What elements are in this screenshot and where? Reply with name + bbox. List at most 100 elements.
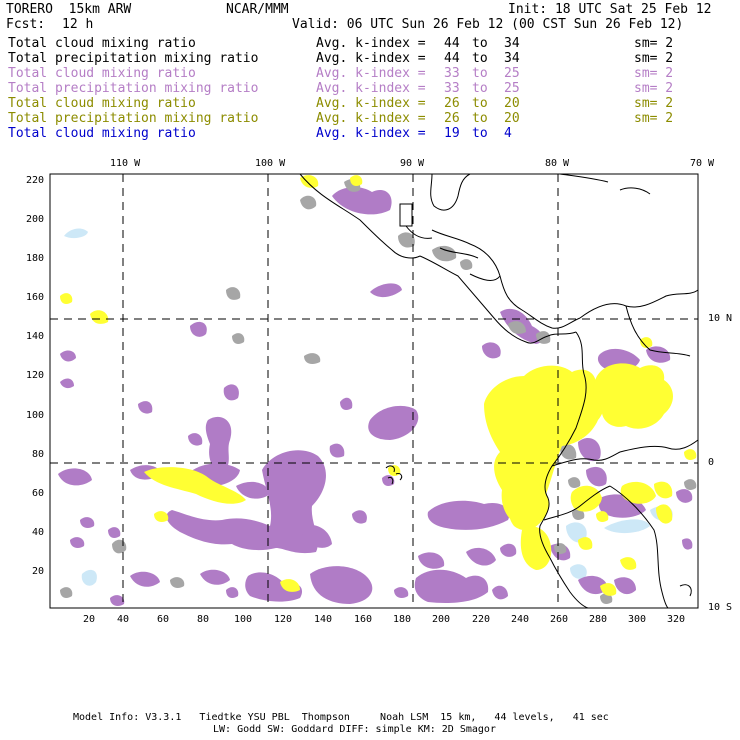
cloud-area — [190, 321, 207, 337]
cloud-area — [340, 397, 353, 410]
right-tick-label: 0 — [708, 457, 715, 468]
model-info-line-2: LW: Godd SW: Goddard DIFF: simple KM: 2D… — [213, 724, 496, 735]
cloud-area — [492, 585, 508, 600]
cloud-area — [300, 195, 317, 210]
left-tick-label: 220 — [26, 175, 45, 186]
cloud-area — [676, 489, 693, 503]
cloud-area — [226, 587, 239, 598]
cloud-area — [604, 519, 650, 534]
top-tick-label: 110 W — [110, 158, 141, 169]
cloud-area — [130, 571, 160, 587]
cloud-area — [654, 481, 673, 499]
bottom-tick-label: 220 — [472, 614, 491, 625]
top-tick-label: 70 W — [690, 158, 715, 169]
cloud-area — [520, 526, 552, 570]
yucatan-coast — [430, 173, 471, 211]
left-tick-label: 80 — [32, 449, 45, 460]
cloud-area — [60, 378, 74, 389]
bottom-tick-label: 240 — [511, 614, 530, 625]
cloud-area — [80, 517, 95, 528]
caribbean-islands — [559, 173, 651, 195]
left-tick-label: 60 — [32, 488, 45, 499]
cloud-area — [368, 405, 419, 440]
bottom-tick-label: 300 — [628, 614, 647, 625]
cloud-area — [684, 449, 697, 460]
left-tick-label: 160 — [26, 292, 45, 303]
panama-border — [547, 331, 577, 337]
cloud-area — [614, 577, 636, 595]
cloud-area — [682, 538, 693, 550]
brazil-border — [619, 439, 699, 453]
bottom-tick-label: 80 — [197, 614, 210, 625]
top-tick-label: 90 W — [400, 158, 425, 169]
left-tick-label: 180 — [26, 253, 45, 264]
top-tick-label: 100 W — [255, 158, 286, 169]
cloud-area — [656, 504, 673, 524]
cloud-area — [432, 245, 457, 262]
bottom-tick-label: 20 — [83, 614, 96, 625]
cloud-area — [427, 500, 510, 530]
left-tick-label: 100 — [26, 410, 45, 421]
cloud-area — [620, 557, 637, 570]
bottom-tick-label: 200 — [432, 614, 451, 625]
cloud-area — [108, 527, 121, 538]
cloud-area — [460, 259, 473, 270]
cloud-area — [60, 293, 73, 304]
cloud-area — [578, 437, 601, 462]
cloud-area — [70, 537, 85, 548]
cloud-area — [568, 477, 581, 488]
cloud-area — [500, 543, 517, 557]
cloud-area — [646, 346, 671, 363]
bottom-tick-label: 140 — [314, 614, 333, 625]
colombia-coast-north — [579, 289, 699, 319]
cloud-area — [482, 342, 501, 359]
cloud-area — [466, 547, 496, 566]
cloud-area — [600, 583, 617, 596]
left-tick-label: 140 — [26, 331, 45, 342]
left-tick-label: 120 — [26, 370, 45, 381]
cloud-area — [188, 433, 203, 446]
bottom-tick-label: 160 — [354, 614, 373, 625]
cloud-area — [64, 228, 88, 239]
left-tick-label: 40 — [32, 527, 45, 538]
bottom-tick-label: 260 — [550, 614, 569, 625]
bottom-tick-label: 40 — [117, 614, 130, 625]
model-info-line-1: Model Info: V3.3.1 Tiedtke YSU PBL Thomp… — [73, 712, 609, 723]
cloud-area — [166, 450, 326, 554]
cloud-area — [310, 566, 373, 604]
right-tick-label: 10 N — [708, 313, 733, 324]
cloud-area — [81, 569, 97, 586]
cloud-area — [593, 363, 673, 429]
cloud-area — [60, 350, 76, 362]
top-tick-label: 80 W — [545, 158, 570, 169]
left-tick-label: 20 — [32, 566, 45, 577]
cloud-area — [332, 187, 392, 215]
cloud-area — [329, 443, 345, 458]
right-tick-label: 10 S — [708, 602, 733, 613]
left-tick-label: 200 — [26, 214, 45, 225]
cloud-area — [304, 353, 321, 364]
bottom-tick-label: 180 — [393, 614, 412, 625]
bottom-tick-label: 100 — [234, 614, 253, 625]
lake-titicaca-area — [679, 584, 692, 597]
bottom-tick-label: 320 — [667, 614, 686, 625]
cloud-area — [154, 511, 169, 522]
cloud-area — [370, 283, 402, 298]
cloud-area — [138, 401, 153, 414]
cloud-area — [58, 468, 92, 486]
cloud-area — [414, 569, 489, 603]
cloud-area — [112, 539, 127, 554]
nicaragua-border — [469, 273, 501, 281]
cloud-area — [570, 485, 602, 512]
cloud-area — [200, 569, 230, 585]
cloud-area — [90, 310, 109, 324]
belize-border — [399, 203, 413, 227]
forecast-map — [49, 173, 699, 609]
cloud-area — [398, 232, 415, 248]
cloud-area — [352, 510, 367, 524]
cloud-area — [684, 479, 697, 490]
cloud-area — [394, 587, 409, 598]
cloud-area — [232, 333, 245, 344]
bottom-tick-label: 60 — [157, 614, 170, 625]
cloud-area — [110, 595, 125, 606]
